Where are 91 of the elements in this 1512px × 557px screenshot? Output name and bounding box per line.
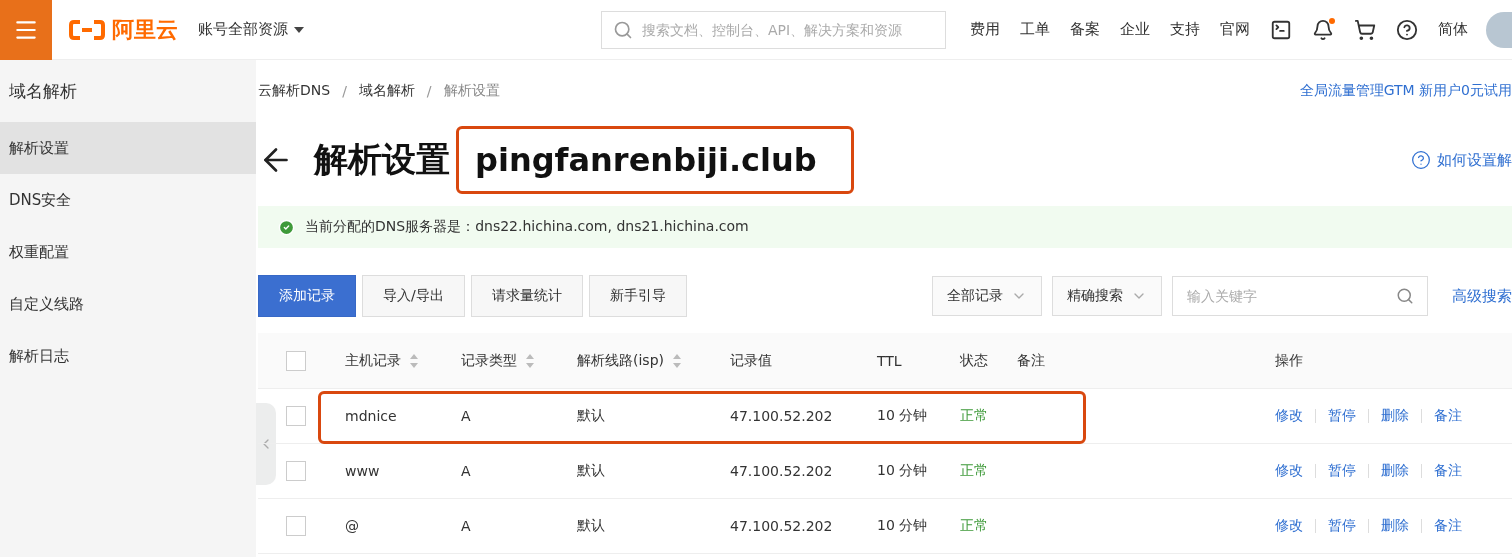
- sidebar-item[interactable]: 权重配置: [0, 226, 256, 278]
- action-link[interactable]: 暂停: [1328, 407, 1356, 425]
- table-cell-text: 47.100.52.202: [729, 463, 834, 479]
- page-title: 解析设置: [314, 138, 450, 181]
- action-link[interactable]: 删除: [1381, 407, 1409, 425]
- toolbar-button[interactable]: 请求量统计: [470, 275, 583, 317]
- nav-link[interactable]: 官网: [1220, 20, 1250, 39]
- toolbar-button[interactable]: 添加记录: [258, 275, 356, 317]
- action-link[interactable]: 修改: [1275, 517, 1303, 535]
- column-header: 操作: [1275, 351, 1303, 370]
- action-link[interactable]: 暂停: [1328, 517, 1356, 535]
- breadcrumb-separator: /: [426, 83, 432, 99]
- breadcrumb-link[interactable]: 域名解析: [358, 82, 415, 100]
- action-link[interactable]: 修改: [1275, 462, 1303, 480]
- table-cell-text: @: [344, 518, 360, 534]
- help-link[interactable]: 如何设置解: [1437, 150, 1512, 170]
- table-cell-text: 正常: [959, 517, 989, 535]
- sort-icon[interactable]: [409, 352, 419, 369]
- account-dropdown[interactable]: 账号全部资源: [198, 20, 304, 39]
- terminal-icon[interactable]: [1270, 18, 1292, 41]
- breadcrumb-link[interactable]: 云解析DNS: [258, 82, 331, 100]
- column-header: 备注: [1017, 351, 1045, 370]
- sidebar-title: 域名解析: [8, 79, 78, 103]
- toolbar-button[interactable]: 新手引导: [588, 275, 687, 317]
- table-cell-text: 默认: [576, 517, 606, 535]
- sidebar-item[interactable]: 解析设置: [0, 122, 256, 174]
- bell-icon[interactable]: [1312, 18, 1334, 41]
- nav-link[interactable]: 工单: [1020, 20, 1050, 39]
- table-cell-text: A: [460, 408, 472, 424]
- table-cell-text: 正常: [959, 462, 989, 480]
- cart-icon[interactable]: [1354, 18, 1376, 41]
- nav-link[interactable]: 企业: [1120, 20, 1150, 39]
- table-cell-text: 正常: [959, 407, 989, 425]
- language-link[interactable]: 简体: [1438, 20, 1468, 39]
- table-cell-text: A: [460, 463, 472, 479]
- column-header: 状态: [960, 351, 988, 370]
- row-checkbox[interactable]: [286, 406, 306, 426]
- select-all-checkbox[interactable]: [286, 350, 306, 371]
- table-cell-text: 10 分钟: [876, 407, 929, 425]
- table-cell-text: 47.100.52.202: [729, 408, 834, 424]
- promo-link[interactable]: 全局流量管理GTM 新用户0元试用: [1299, 82, 1512, 100]
- column-header: 解析线路(isp): [577, 351, 664, 370]
- check-icon: [278, 218, 295, 236]
- action-link[interactable]: 备注: [1434, 462, 1462, 480]
- collapse-handle[interactable]: [256, 403, 276, 485]
- sort-icon[interactable]: [525, 352, 535, 369]
- action-link[interactable]: 删除: [1381, 462, 1409, 480]
- nav-link[interactable]: 支持: [1170, 20, 1200, 39]
- search-field[interactable]: 搜索文档、控制台、API、解决方案和资源: [601, 10, 946, 49]
- action-link[interactable]: 备注: [1434, 407, 1462, 425]
- row-checkbox[interactable]: [286, 461, 306, 481]
- nav-link[interactable]: 备案: [1070, 20, 1100, 39]
- table-cell-text: www: [344, 463, 381, 479]
- table-cell-text: A: [460, 518, 472, 534]
- toolbar-button[interactable]: 导入/导出: [362, 275, 465, 317]
- table-cell-text: 10 分钟: [876, 517, 929, 535]
- sort-icon[interactable]: [672, 352, 682, 369]
- row-checkbox[interactable]: [286, 516, 306, 536]
- notice-text: 当前分配的DNS服务器是：dns22.hichina.com, dns21.hichina.com: [305, 218, 749, 236]
- column-header: TTL: [877, 352, 902, 369]
- current-page-label: 解析设置: [443, 82, 500, 100]
- table-cell-text: 10 分钟: [876, 462, 929, 480]
- table-cell-text: 47.100.52.202: [729, 518, 834, 534]
- nav-link[interactable]: 费用: [970, 20, 1000, 39]
- column-header: 记录类型: [461, 351, 517, 370]
- domain-title: pingfanrenbiji.club: [456, 126, 854, 194]
- action-link[interactable]: 暂停: [1328, 462, 1356, 480]
- keyword-field[interactable]: 输入关键字: [1172, 276, 1428, 316]
- action-link[interactable]: 修改: [1275, 407, 1303, 425]
- help-icon[interactable]: [1396, 18, 1418, 41]
- filter-dropdown[interactable]: 精确搜索: [1052, 276, 1162, 316]
- avatar[interactable]: [1486, 11, 1512, 48]
- column-header: 记录值: [730, 351, 772, 370]
- filter-dropdown[interactable]: 全部记录: [932, 276, 1042, 316]
- logo-icon: [68, 18, 106, 41]
- search-icon: [613, 19, 633, 40]
- table-cell-text: mdnice: [344, 408, 398, 424]
- table-cell-text: 默认: [576, 407, 606, 425]
- action-link[interactable]: 删除: [1381, 517, 1409, 535]
- caret-icon: [294, 26, 304, 33]
- sidebar-item[interactable]: 解析日志: [0, 330, 256, 382]
- column-header: 主机记录: [345, 351, 401, 370]
- breadcrumb-separator: /: [342, 83, 347, 99]
- menu-button[interactable]: [0, 0, 52, 60]
- table-cell-text: 默认: [576, 462, 606, 480]
- advanced-search-link[interactable]: 高级搜索: [1452, 286, 1512, 306]
- logo-text: 阿里云: [112, 15, 178, 44]
- sidebar-item[interactable]: 自定义线路: [0, 278, 256, 330]
- action-link[interactable]: 备注: [1434, 517, 1462, 535]
- search-icon[interactable]: [1396, 287, 1414, 305]
- sidebar-item[interactable]: DNS安全: [0, 174, 256, 226]
